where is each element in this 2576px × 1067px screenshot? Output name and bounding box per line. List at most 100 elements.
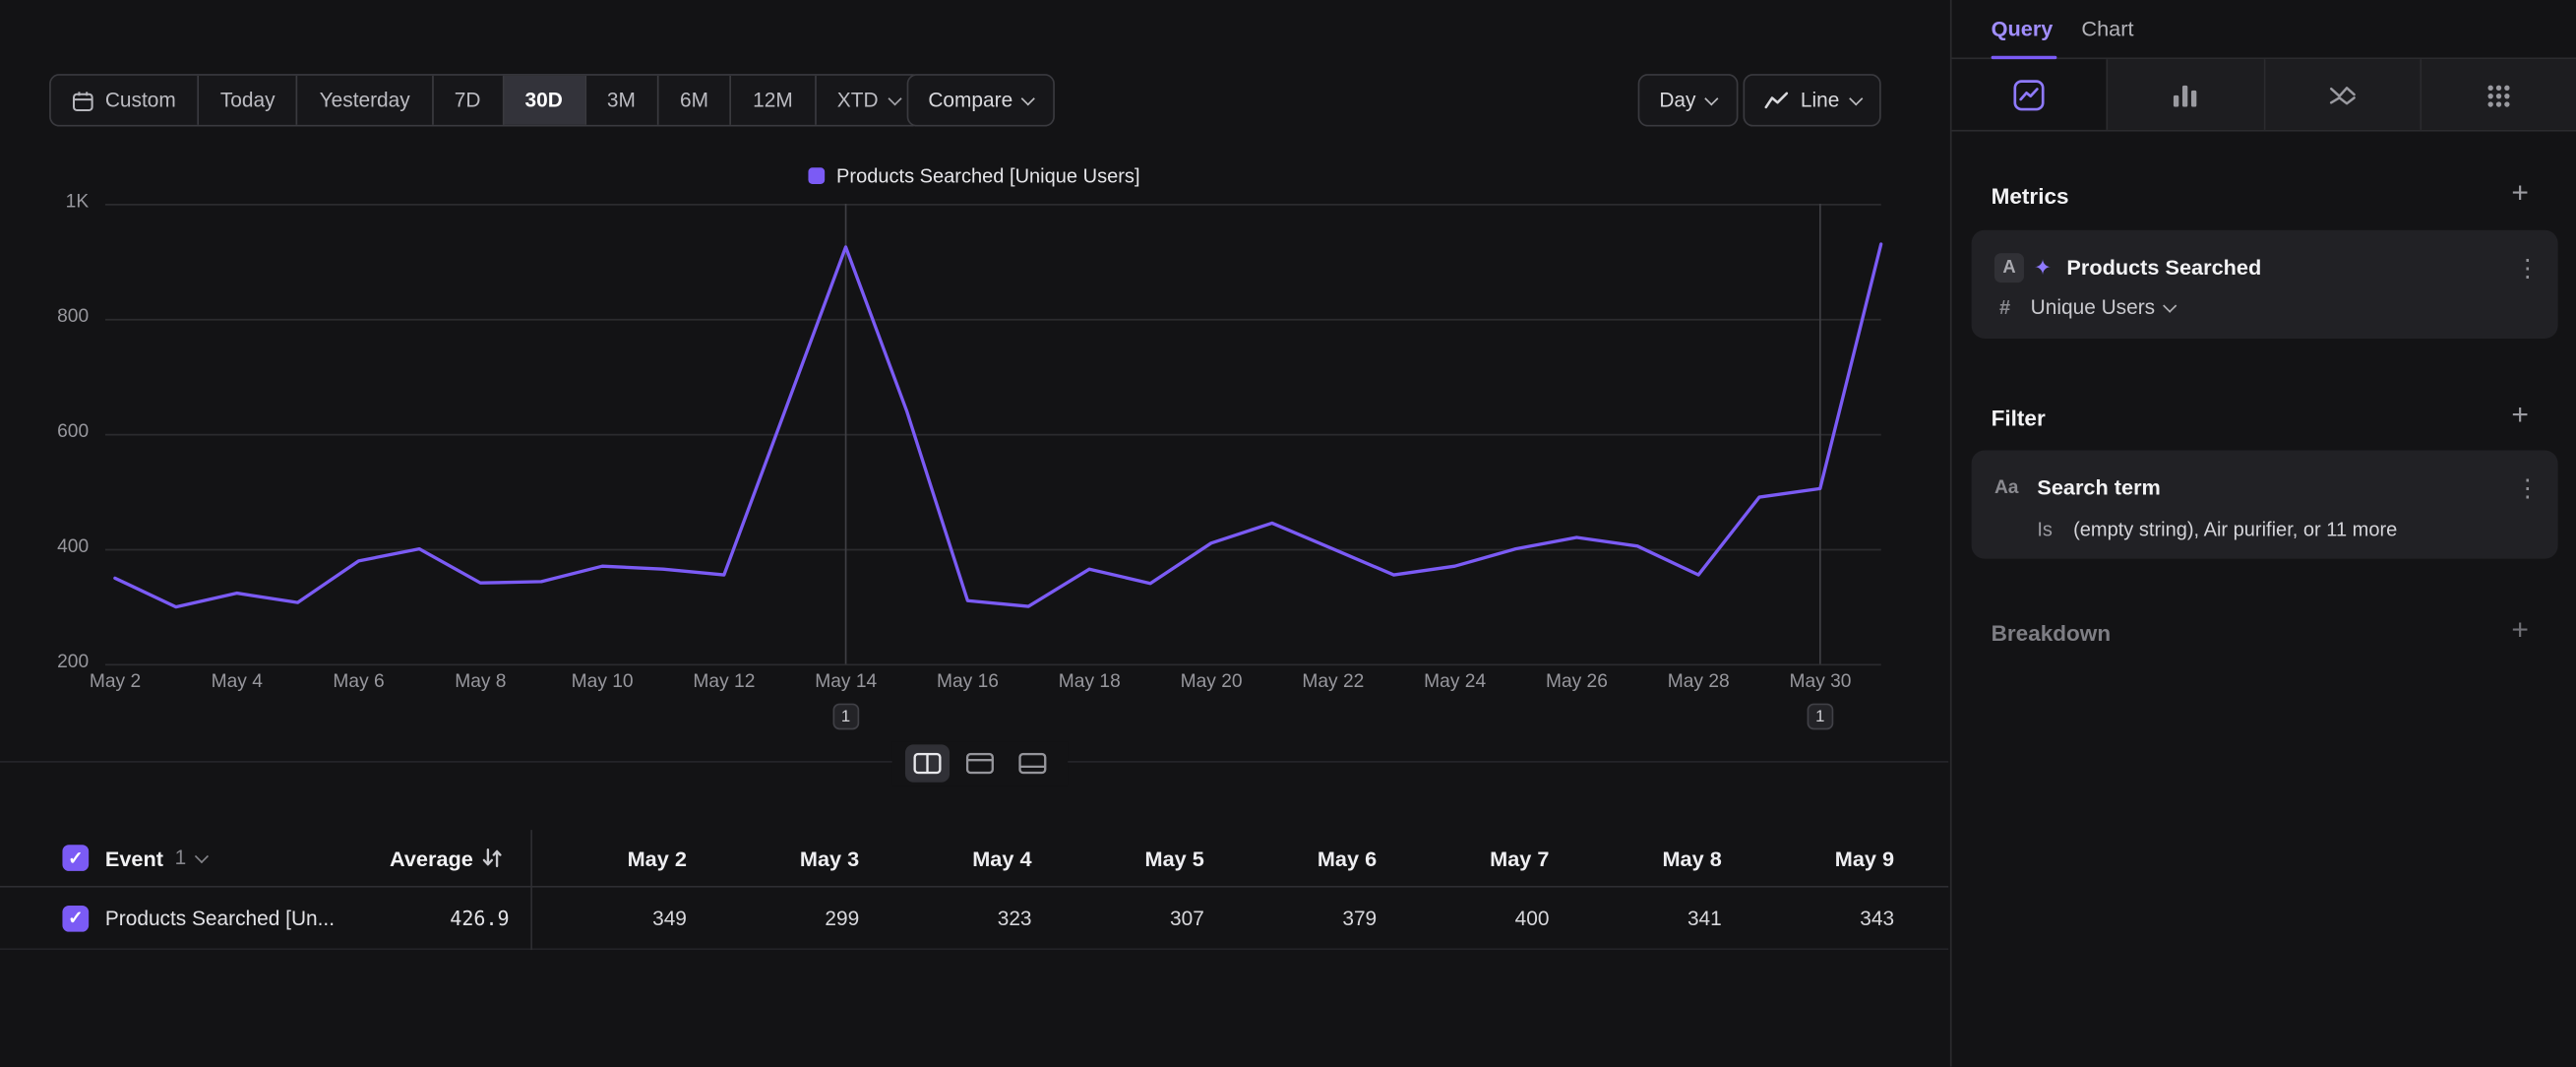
column-header[interactable]: May 8 xyxy=(1565,830,1722,886)
layout-split-rows-button[interactable] xyxy=(957,744,1002,782)
compare-label: Compare xyxy=(928,89,1012,111)
text-property-icon: Aa xyxy=(1994,478,2019,498)
cell-value: 400 xyxy=(1393,888,1550,949)
numeric-property-icon: # xyxy=(1999,296,2010,319)
cell-value: 299 xyxy=(704,888,860,949)
breakdown-heading: Breakdown xyxy=(1992,621,2112,646)
x-axis-label: May 16 xyxy=(907,672,1029,692)
column-header[interactable]: May 4 xyxy=(876,830,1032,886)
table-header-row: ✓ Event 1 Average May 2 May 3 May 4 May … xyxy=(0,830,1948,887)
chevron-down-icon xyxy=(1849,92,1862,104)
kebab-menu-icon[interactable]: ⋮ xyxy=(2515,253,2538,282)
select-all-checkbox[interactable]: ✓ xyxy=(62,845,89,871)
chart-type-bar-tab[interactable] xyxy=(2107,59,2263,130)
x-axis-label: May 10 xyxy=(541,672,663,692)
cell-value: 341 xyxy=(1565,888,1722,949)
event-count: 1 xyxy=(175,847,187,869)
metric-card[interactable]: A ✦ Products Searched ⋮ # Unique Users xyxy=(1972,230,2558,339)
filter-heading: Filter xyxy=(1992,406,2046,430)
column-header[interactable]: May 9 xyxy=(1738,830,1894,886)
cell-value: 343 xyxy=(1738,888,1894,949)
granularity-label: Day xyxy=(1659,89,1695,111)
x-axis-label: May 18 xyxy=(1028,672,1150,692)
cell-value: 307 xyxy=(1048,888,1204,949)
date-range-7d[interactable]: 7D xyxy=(431,76,502,125)
date-range-30d[interactable]: 30D xyxy=(502,76,583,125)
main-area: Custom Today Yesterday 7D 30D 3M 6M 12M … xyxy=(0,0,1948,1067)
panel-tabs: Query Chart xyxy=(1952,0,2576,59)
row-average-value: 426.9 xyxy=(296,888,510,949)
aggregation-selector[interactable]: Unique Users xyxy=(2031,296,2175,319)
column-header[interactable]: May 7 xyxy=(1393,830,1550,886)
date-range-xtd-label: XTD xyxy=(837,89,879,111)
filter-property-name[interactable]: Search term xyxy=(2037,475,2160,500)
line-chart-svg[interactable] xyxy=(105,204,1883,665)
calendar-icon xyxy=(72,90,93,111)
more-charts-grid-icon xyxy=(2484,80,2513,109)
granularity-button[interactable]: Day xyxy=(1638,74,1738,126)
layout-bottom-panel-button[interactable] xyxy=(1011,744,1055,782)
chart-type-button[interactable]: Line xyxy=(1743,74,1880,126)
average-column-header[interactable]: Average xyxy=(263,830,473,886)
table-row[interactable]: ✓ Products Searched [Un... 426.9 349 299… xyxy=(0,888,1948,950)
column-header[interactable]: May 3 xyxy=(704,830,860,886)
x-axis-label: May 6 xyxy=(298,672,420,692)
y-axis-label: 400 xyxy=(23,537,89,557)
x-axis-label: May 28 xyxy=(1637,672,1759,692)
y-axis-label: 200 xyxy=(23,653,89,672)
filter-card[interactable]: Aa Search term ⋮ Is (empty string), Air … xyxy=(1972,450,2558,558)
x-axis-label: May 12 xyxy=(663,672,785,692)
add-filter-button[interactable]: + xyxy=(2507,401,2534,430)
row-checkbox[interactable]: ✓ xyxy=(62,905,89,931)
column-header[interactable]: May 6 xyxy=(1221,830,1378,886)
annotation-badge[interactable]: 1 xyxy=(1807,704,1833,730)
date-range-custom-label: Custom xyxy=(105,89,176,111)
kebab-menu-icon[interactable]: ⋮ xyxy=(2515,473,2538,503)
chart-type-label: Line xyxy=(1801,89,1839,111)
date-range-6m[interactable]: 6M xyxy=(657,76,730,125)
tab-query[interactable]: Query xyxy=(1992,0,2054,57)
date-range-yesterday[interactable]: Yesterday xyxy=(296,76,431,125)
date-range-today[interactable]: Today xyxy=(197,76,296,125)
x-axis-label: May 8 xyxy=(419,672,541,692)
series-letter-badge: A xyxy=(1994,253,2024,282)
x-axis-label: May 4 xyxy=(176,672,298,692)
event-selector[interactable]: Event 1 xyxy=(105,830,207,886)
add-breakdown-button[interactable]: + xyxy=(2507,616,2534,646)
tab-chart[interactable]: Chart xyxy=(2081,0,2133,57)
chart-type-flow-tab[interactable] xyxy=(2263,59,2420,130)
column-header[interactable]: May 5 xyxy=(1048,830,1204,886)
event-sparkle-icon: ✦ xyxy=(2034,255,2052,282)
date-range-custom[interactable]: Custom xyxy=(51,76,198,125)
date-range-group: Custom Today Yesterday 7D 30D 3M 6M 12M … xyxy=(49,74,922,126)
filter-value[interactable]: (empty string), Air purifier, or 11 more xyxy=(2073,518,2397,540)
layout-rows-icon xyxy=(966,753,994,775)
line-chart-framed-icon xyxy=(2013,78,2046,110)
x-axis-label: May 22 xyxy=(1272,672,1394,692)
chart-type-line-tab[interactable] xyxy=(1952,59,2107,130)
x-axis-label: May 24 xyxy=(1394,672,1516,692)
bar-chart-icon xyxy=(2171,80,2200,109)
line-chart-icon xyxy=(1764,91,1789,110)
flow-chart-icon xyxy=(2327,80,2357,109)
filter-operator[interactable]: Is xyxy=(2037,518,2053,540)
date-range-12m[interactable]: 12M xyxy=(730,76,815,125)
add-metric-button[interactable]: + xyxy=(2507,179,2534,209)
table-column-divider xyxy=(530,830,532,950)
layout-bottom-icon xyxy=(1018,753,1046,775)
metrics-heading: Metrics xyxy=(1992,184,2069,209)
column-header[interactable]: May 2 xyxy=(530,830,687,886)
layout-columns-icon xyxy=(913,753,941,775)
annotation-badge[interactable]: 1 xyxy=(832,704,859,730)
date-range-3m[interactable]: 3M xyxy=(584,76,657,125)
compare-button[interactable]: Compare xyxy=(907,74,1055,126)
legend-swatch xyxy=(809,167,826,184)
layout-split-columns-button[interactable] xyxy=(905,744,950,782)
app: Custom Today Yesterday 7D 30D 3M 6M 12M … xyxy=(0,0,2576,1067)
chart-legend: Products Searched [Unique Users] xyxy=(0,164,1948,187)
x-axis-label: May 2 xyxy=(54,672,176,692)
metric-name[interactable]: Products Searched xyxy=(2066,255,2261,280)
date-range-xtd[interactable]: XTD xyxy=(814,76,920,125)
chart-type-more-tab[interactable] xyxy=(2420,59,2576,130)
sort-icon[interactable] xyxy=(481,847,503,869)
